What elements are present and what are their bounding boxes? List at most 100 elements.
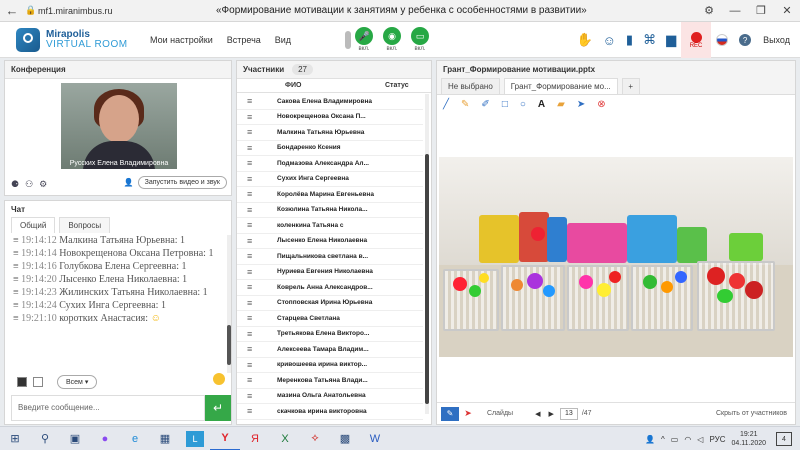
menu-my-settings[interactable]: Мои настройки: [150, 35, 213, 45]
drag-handle-icon[interactable]: ≡: [237, 174, 277, 184]
help-icon[interactable]: ?: [739, 34, 752, 46]
clock[interactable]: 19:21 04.11.2020: [731, 430, 766, 448]
prev-slide-icon[interactable]: ◀: [535, 410, 540, 418]
cursor-button-icon[interactable]: ➤: [459, 407, 477, 421]
address-url[interactable]: mf1.miranimbus.ru: [38, 6, 168, 16]
table-row[interactable]: ≡ Стопповская Ирина Юрьевна: [237, 296, 423, 311]
participants-scrollbar[interactable]: [425, 94, 429, 414]
record-button[interactable]: REC: [681, 22, 712, 58]
language-indicator[interactable]: РУС: [709, 435, 725, 444]
drag-handle-icon[interactable]: ≡: [237, 189, 277, 199]
photos-icon[interactable]: ▩: [330, 432, 360, 445]
drag-handle-icon[interactable]: ≡: [237, 360, 277, 370]
drag-handle-icon[interactable]: ≡: [237, 158, 277, 168]
color-picker-icon[interactable]: [17, 377, 27, 387]
table-row[interactable]: ≡ скачкова ирина викторовна: [237, 404, 423, 420]
yandex-icon[interactable]: Я: [240, 433, 270, 445]
drag-handle-icon[interactable]: ≡: [237, 127, 277, 137]
table-row[interactable]: ≡ кривошеева ирина виктор...: [237, 358, 423, 373]
drag-handle-icon[interactable]: ≡: [237, 282, 277, 292]
menu-view[interactable]: Вид: [275, 35, 291, 45]
table-row[interactable]: ≡ Козюлина Татьяна Никола...: [237, 203, 423, 218]
font-picker-icon[interactable]: [33, 377, 43, 387]
volume-icon[interactable]: ◁: [697, 435, 703, 444]
table-row[interactable]: ≡ Алексеева Тамара Владим...: [237, 342, 423, 358]
drag-handle-icon[interactable]: ≡: [237, 251, 277, 261]
language-flag-icon[interactable]: [716, 34, 729, 46]
start-icon[interactable]: ⊞: [0, 432, 30, 445]
alice-icon[interactable]: ●: [90, 433, 120, 445]
drag-handle-icon[interactable]: ≡: [237, 329, 277, 339]
users-icon[interactable]: ⚇: [25, 179, 33, 190]
drag-handle-icon[interactable]: ≡: [237, 267, 277, 277]
participants-scroll-thumb[interactable]: [425, 154, 429, 404]
table-row[interactable]: ≡ Новокрещенова Оксана П...: [237, 110, 423, 125]
chat-scrollbar[interactable]: [227, 235, 231, 373]
drag-handle-icon[interactable]: ≡: [237, 143, 277, 153]
send-button[interactable]: ↵: [205, 395, 231, 421]
pdf-icon[interactable]: ⟡: [300, 432, 330, 445]
next-slide-icon[interactable]: ▶: [548, 410, 553, 418]
excel-icon[interactable]: X: [270, 433, 300, 445]
raise-hand-icon[interactable]: ✋: [576, 32, 592, 48]
recipient-select[interactable]: Всем ▾: [57, 375, 98, 389]
table-row[interactable]: ≡ Королёва Марина Евгеньевна: [237, 187, 423, 203]
table-row[interactable]: ≡ Коврель Анна Александров...: [237, 280, 423, 296]
fill-tool-icon[interactable]: ▰: [557, 99, 565, 110]
person-icon[interactable]: 👤: [124, 178, 134, 187]
network-icon[interactable]: ⌘: [643, 32, 656, 48]
table-row[interactable]: ≡ Малкина Татьяна Юрьевна: [237, 125, 423, 141]
drag-handle-icon[interactable]: ≡: [237, 112, 277, 122]
task-view-icon[interactable]: ▣: [60, 432, 90, 445]
tab-not-selected[interactable]: Не выбрано: [441, 78, 500, 94]
start-video-button[interactable]: Запустить видео и звук: [137, 176, 227, 189]
tray-arrow-icon[interactable]: ^: [661, 435, 665, 444]
chat-input[interactable]: Введите сообщение...: [11, 395, 205, 421]
camera-toggle[interactable]: ◉ вкл.: [383, 27, 402, 52]
table-row[interactable]: ≡ Подмазова Александра Ал...: [237, 156, 423, 172]
edge-icon[interactable]: e: [120, 433, 150, 445]
slides-label[interactable]: Слайды: [487, 410, 513, 417]
table-row[interactable]: ≡ Сухих Инга Сергеевна: [237, 172, 423, 187]
tab-general[interactable]: Общий: [11, 217, 56, 233]
drag-handle-icon[interactable]: ≡: [237, 205, 277, 215]
table-row[interactable]: ≡ Старцева Светлана: [237, 311, 423, 327]
table-row[interactable]: ≡ мазина Ольга Анатольевна: [237, 389, 423, 404]
app-l-icon[interactable]: L: [186, 430, 204, 447]
drag-handle-icon[interactable]: ≡: [237, 344, 277, 354]
wifi-icon[interactable]: ◠: [684, 435, 691, 444]
brush-button-icon[interactable]: ✎: [441, 406, 459, 421]
settings-icon[interactable]: ⚙: [39, 179, 47, 190]
minimize-icon[interactable]: —: [722, 5, 748, 17]
battery-icon[interactable]: ▭: [671, 435, 679, 444]
drag-handle-icon[interactable]: ≡: [237, 391, 277, 401]
people-icon[interactable]: 👤: [645, 435, 655, 444]
drag-handle-icon[interactable]: ≡: [237, 313, 277, 323]
table-row[interactable]: ≡ Меренкова Татьяна Влади...: [237, 373, 423, 389]
add-tab-button[interactable]: +: [621, 78, 640, 94]
pen-tool-icon[interactable]: ✐: [481, 99, 489, 110]
notifications-icon[interactable]: 4: [776, 432, 792, 446]
clear-tool-icon[interactable]: ⊗: [597, 99, 605, 110]
drag-handle-icon[interactable]: ≡: [237, 375, 277, 385]
maximize-icon[interactable]: ❐: [748, 4, 774, 17]
layout-icon[interactable]: ⚈: [11, 179, 19, 190]
store-icon[interactable]: ▦: [150, 432, 180, 445]
drag-handle-icon[interactable]: ≡: [237, 298, 277, 308]
screen-toggle[interactable]: ▭ вкл.: [411, 27, 430, 52]
table-row[interactable]: ≡ Пищальникова светлана в...: [237, 249, 423, 265]
line-tool-icon[interactable]: ╱: [443, 99, 449, 110]
exit-button[interactable]: Выход: [763, 35, 790, 45]
yandex-browser-icon[interactable]: Y: [210, 427, 240, 450]
drag-handle-icon[interactable]: ≡: [237, 220, 277, 230]
table-row[interactable]: ≡ Сакова Елена Владимировна: [237, 94, 423, 110]
menu-meeting[interactable]: Встреча: [227, 35, 261, 45]
search-icon[interactable]: ⚲: [30, 432, 60, 445]
rectangle-tool-icon[interactable]: □: [502, 99, 508, 110]
chat-scroll-thumb[interactable]: [227, 325, 231, 365]
circle-tool-icon[interactable]: ○: [520, 99, 526, 110]
stats-icon[interactable]: ▮: [626, 32, 633, 48]
drag-handle-icon[interactable]: ≡: [237, 406, 277, 416]
pointer-tool-icon[interactable]: ➤: [577, 99, 585, 110]
table-row[interactable]: ≡ Бондаренко Ксения: [237, 141, 423, 156]
